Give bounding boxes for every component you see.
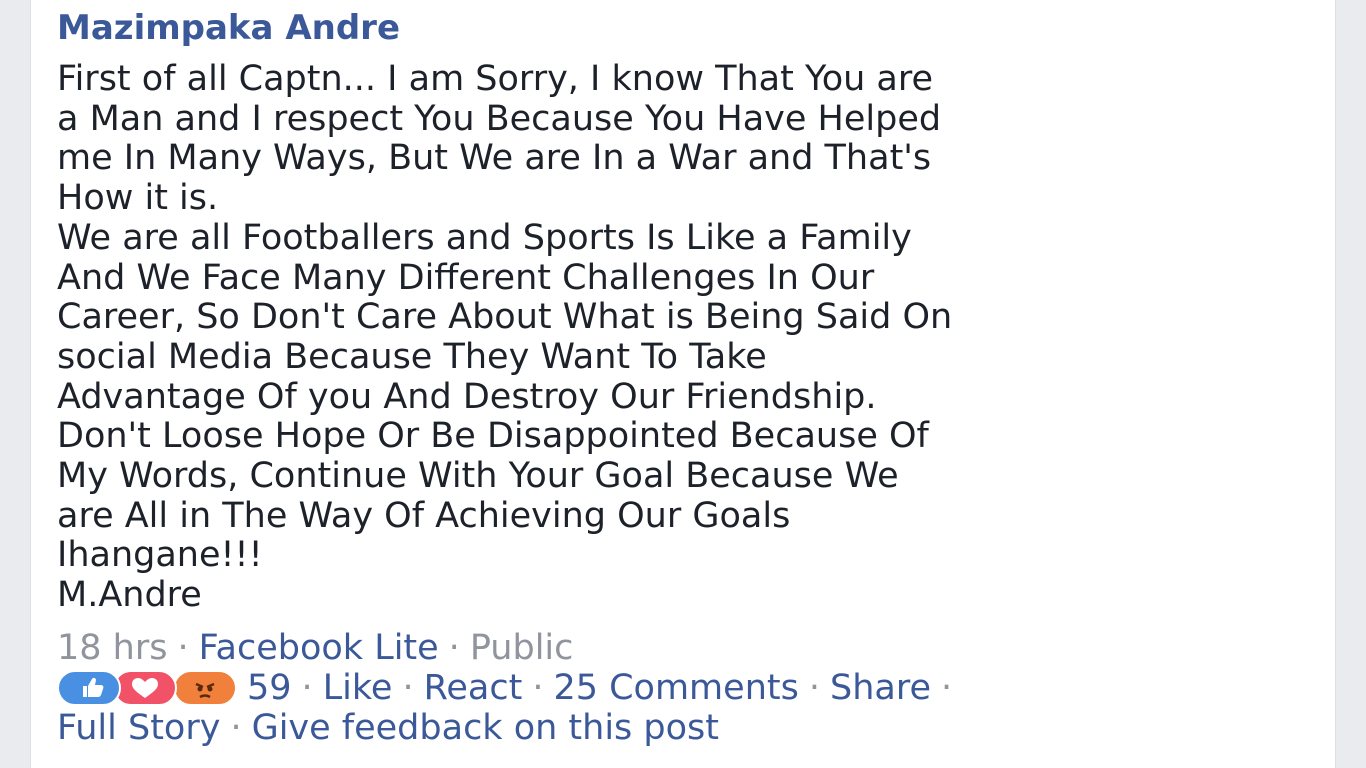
reaction-count[interactable]: 59 — [247, 668, 292, 708]
separator: · — [230, 708, 242, 748]
post-author-name[interactable]: Mazimpaka Andre — [57, 6, 400, 50]
post-body-line: How it is. — [57, 178, 219, 219]
post-card: Mazimpaka Andre First of all Captn... I … — [30, 0, 1336, 768]
separator: · — [402, 668, 414, 708]
angry-icon — [173, 670, 237, 706]
feedback-link[interactable]: Give feedback on this post — [252, 708, 719, 748]
comments-link[interactable]: 25 Comments — [553, 668, 798, 708]
post-body: First of all Captn... I am Sorry, I know… — [57, 59, 1327, 616]
separator: · — [177, 628, 189, 668]
post-body-line: Career, So Don't Care About What is Bein… — [57, 297, 953, 338]
full-story-link[interactable]: Full Story — [57, 708, 220, 748]
post-body-line: First of all Captn... I am Sorry, I know… — [57, 59, 934, 99]
separator: · — [448, 628, 460, 668]
post-body-line: My Words, Continue With Your Goal Becaus… — [57, 456, 899, 497]
post-source-link[interactable]: Facebook Lite — [199, 628, 439, 668]
post-body-line: Ihangane!!! — [57, 535, 263, 576]
separator: · — [808, 668, 820, 708]
post-body-line: are All in The Way Of Achieving Our Goal… — [57, 495, 791, 536]
post-body-line: And We Face Many Different Challenges In… — [57, 257, 875, 298]
reaction-icons[interactable] — [57, 668, 241, 708]
post-meta: 18 hrs · Facebook Lite · Public — [57, 628, 573, 668]
post-body-line: a Man and I respect You Because You Have… — [57, 98, 942, 139]
like-icon — [57, 670, 121, 706]
post-timestamp[interactable]: 18 hrs — [57, 628, 167, 668]
post-actions-row: 59 · Like · React · 25 Comments · Share · — [57, 668, 962, 708]
love-icon — [113, 670, 177, 706]
separator: · — [301, 668, 313, 708]
post-body-line: We are all Footballers and Sports Is Lik… — [57, 217, 912, 258]
separator: · — [941, 668, 953, 708]
post-body-line: Advantage Of you And Destroy Our Friends… — [57, 376, 877, 417]
post-body-line: me In Many Ways, But We are In a War and… — [57, 138, 932, 179]
share-link[interactable]: Share — [830, 668, 931, 708]
post-body-line: social Media Because They Want To Take — [57, 336, 767, 377]
react-link[interactable]: React — [424, 668, 523, 708]
post-body-line: Don't Loose Hope Or Be Disappointed Beca… — [57, 416, 929, 457]
post-privacy: Public — [469, 628, 574, 668]
like-link[interactable]: Like — [323, 668, 393, 708]
separator: · — [532, 668, 544, 708]
post-actions-row-2: Full Story · Give feedback on this post — [57, 708, 719, 748]
post-signature: M.Andre — [57, 575, 202, 616]
